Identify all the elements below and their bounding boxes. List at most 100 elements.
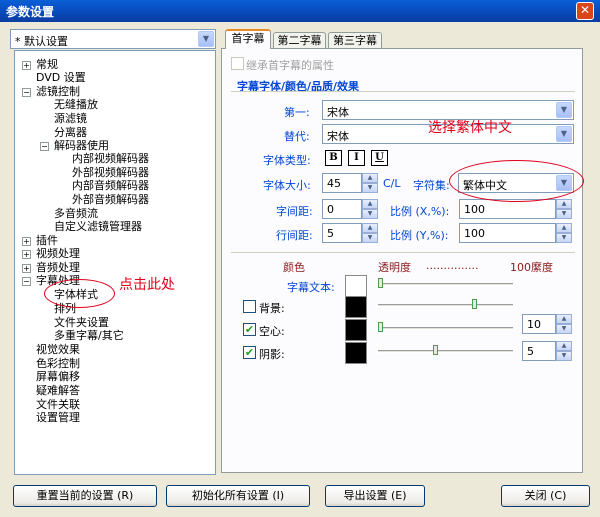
tree-item[interactable]: 音频处理 xyxy=(36,261,80,275)
scale-y-input[interactable]: 100 xyxy=(459,223,556,243)
tree-item[interactable]: 分离器 xyxy=(54,126,87,140)
font-size-value: 45 xyxy=(327,177,341,190)
shadow-distance-input[interactable]: 5 xyxy=(522,341,556,361)
tree-item[interactable]: 常规 xyxy=(36,58,58,72)
line-spacing-stepper[interactable]: ▲ ▼ xyxy=(362,223,378,243)
tree-item[interactable]: 插件 xyxy=(36,234,58,248)
opacity-max-label: 100縻度 xyxy=(510,261,553,274)
tree-item[interactable]: 疑难解答 xyxy=(36,384,80,398)
close-button[interactable]: 关闭 (C) xyxy=(501,485,590,507)
scale-y-label: 比例 (Y,%): xyxy=(390,229,449,242)
char-spacing-value: 0 xyxy=(327,203,334,216)
tree-item[interactable]: DVD 设置 xyxy=(36,71,86,85)
section-divider xyxy=(231,252,575,253)
font-type-label: 字体类型: xyxy=(263,154,311,167)
alt-font-label: 替代: xyxy=(284,130,310,143)
tree-item[interactable]: 外部音频解码器 xyxy=(72,193,149,207)
char-spacing-input[interactable]: 0 xyxy=(322,199,362,219)
first-font-label: 第一: xyxy=(284,106,310,119)
background-opacity-thumb[interactable] xyxy=(471,299,477,309)
collapse-icon[interactable]: − xyxy=(22,277,31,286)
line-spacing-input[interactable]: 5 xyxy=(322,223,362,243)
outline-color-swatch[interactable] xyxy=(345,319,367,341)
alt-font-value: 宋体 xyxy=(327,130,349,143)
tree-item[interactable]: 视觉效果 xyxy=(36,343,80,357)
char-spacing-label: 字间距: xyxy=(276,205,313,218)
shadow-checkbox[interactable]: ✔ xyxy=(243,346,256,359)
outline-checkbox[interactable]: ✔ xyxy=(243,323,256,336)
init-all-button[interactable]: 初始化所有设置 (I) xyxy=(166,485,310,507)
shadow-label: 阴影: xyxy=(259,348,285,361)
shadow-distance-stepper[interactable]: ▲ ▼ xyxy=(556,341,572,361)
opacity-header: 透明度 xyxy=(378,261,411,274)
scale-x-label: 比例 (X,%): xyxy=(390,205,450,218)
scale-y-value: 100 xyxy=(464,227,485,240)
first-font-value: 宋体 xyxy=(327,106,349,119)
profile-dropdown[interactable]: * 默认设置 ▼ xyxy=(10,29,216,49)
tab-third-subtitle[interactable]: 第三字幕 xyxy=(328,32,382,48)
outline-opacity-thumb[interactable] xyxy=(378,322,383,332)
text-opacity-slider[interactable] xyxy=(378,283,513,286)
window-title: 参数设置 xyxy=(6,5,55,19)
tree-item[interactable]: 自定义滤镜管理器 xyxy=(54,220,142,234)
char-spacing-stepper[interactable]: ▲ ▼ xyxy=(362,199,378,219)
expand-icon[interactable]: + xyxy=(22,61,31,70)
chevron-down-icon[interactable]: ▼ xyxy=(198,31,214,47)
tree-item[interactable]: 解码器使用 xyxy=(54,139,109,153)
tab-first-subtitle[interactable]: 首字幕 xyxy=(225,29,271,49)
expand-icon[interactable]: + xyxy=(22,264,31,273)
scale-y-stepper[interactable]: ▲ ▼ xyxy=(556,223,572,243)
tree-item[interactable]: 源滤镜 xyxy=(54,112,87,126)
tree-item[interactable]: 多音频流 xyxy=(54,207,98,221)
tree-item[interactable]: 内部音频解码器 xyxy=(72,179,149,193)
tree-item[interactable]: 无缝播放 xyxy=(54,98,98,112)
tree-item[interactable]: 内部视频解码器 xyxy=(72,152,149,166)
expand-icon[interactable]: + xyxy=(22,237,31,246)
underline-button[interactable]: U xyxy=(371,150,388,166)
scale-x-input[interactable]: 100 xyxy=(459,199,556,219)
close-window-button[interactable]: ✕ xyxy=(576,2,594,20)
settings-tree[interactable]: + 常规 DVD 设置 − 滤镜控制 无缝播放 源滤镜 分离器 − 解码器使用 内部视频解码器 外部视… xyxy=(14,50,216,475)
background-checkbox[interactable] xyxy=(243,300,256,313)
tree-item[interactable]: 设置管理 xyxy=(36,411,80,425)
collapse-icon[interactable]: − xyxy=(40,142,49,151)
tree-item[interactable]: 文件夹设置 xyxy=(54,316,109,330)
shadow-color-swatch[interactable] xyxy=(345,342,367,364)
background-color-swatch[interactable] xyxy=(345,296,367,318)
background-opacity-slider[interactable] xyxy=(378,304,513,307)
annotation-ellipse-font-style xyxy=(44,279,115,308)
reset-current-button[interactable]: 重置当前的设置 (R) xyxy=(13,485,157,507)
font-size-input[interactable]: 45 xyxy=(322,173,362,193)
outline-opacity-slider[interactable] xyxy=(378,327,513,330)
font-size-stepper[interactable]: ▲ ▼ xyxy=(362,173,378,193)
tree-item[interactable]: 滤镜控制 xyxy=(36,85,80,99)
shadow-opacity-thumb[interactable] xyxy=(432,345,438,355)
outline-width-stepper[interactable]: ▲ ▼ xyxy=(556,314,572,334)
outline-label: 空心: xyxy=(259,325,285,338)
title-bar[interactable]: 参数设置 ✕ xyxy=(0,0,600,22)
settings-dialog: 参数设置 ✕ * 默认设置 ▼ + 常规 DVD 设置 − 滤镜控制 无缝播放 源滤镜 分离器… xyxy=(0,0,600,517)
expand-icon[interactable]: + xyxy=(22,250,31,259)
outline-width-input[interactable]: 10 xyxy=(522,314,556,334)
tree-item[interactable]: 视频处理 xyxy=(36,247,80,261)
italic-button[interactable]: I xyxy=(348,150,365,166)
bold-button[interactable]: B xyxy=(325,150,342,166)
annotation-select-traditional-chinese: 选择繁体中文 xyxy=(428,120,512,136)
chevron-down-icon[interactable]: ▼ xyxy=(556,102,572,118)
scale-x-stepper[interactable]: ▲ ▼ xyxy=(556,199,572,219)
text-opacity-thumb[interactable] xyxy=(378,278,383,288)
tree-item[interactable]: 多重字幕/其它 xyxy=(54,329,124,343)
text-color-swatch[interactable] xyxy=(345,275,367,297)
tree-item[interactable]: 色彩控制 xyxy=(36,357,80,371)
outline-width-value: 10 xyxy=(527,318,541,331)
inherit-checkbox[interactable] xyxy=(231,57,244,70)
chevron-down-icon[interactable]: ▼ xyxy=(556,126,572,142)
tree-item[interactable]: 屏幕偏移 xyxy=(36,370,80,384)
tree-item[interactable]: 文件关联 xyxy=(36,398,80,412)
charset-label: 字符集: xyxy=(413,179,450,192)
collapse-icon[interactable]: − xyxy=(22,88,31,97)
export-settings-button[interactable]: 导出设置 (E) xyxy=(325,485,425,507)
tree-item[interactable]: 外部视频解码器 xyxy=(72,166,149,180)
tab-second-subtitle[interactable]: 第二字幕 xyxy=(273,32,326,48)
shadow-opacity-slider[interactable] xyxy=(378,350,513,353)
